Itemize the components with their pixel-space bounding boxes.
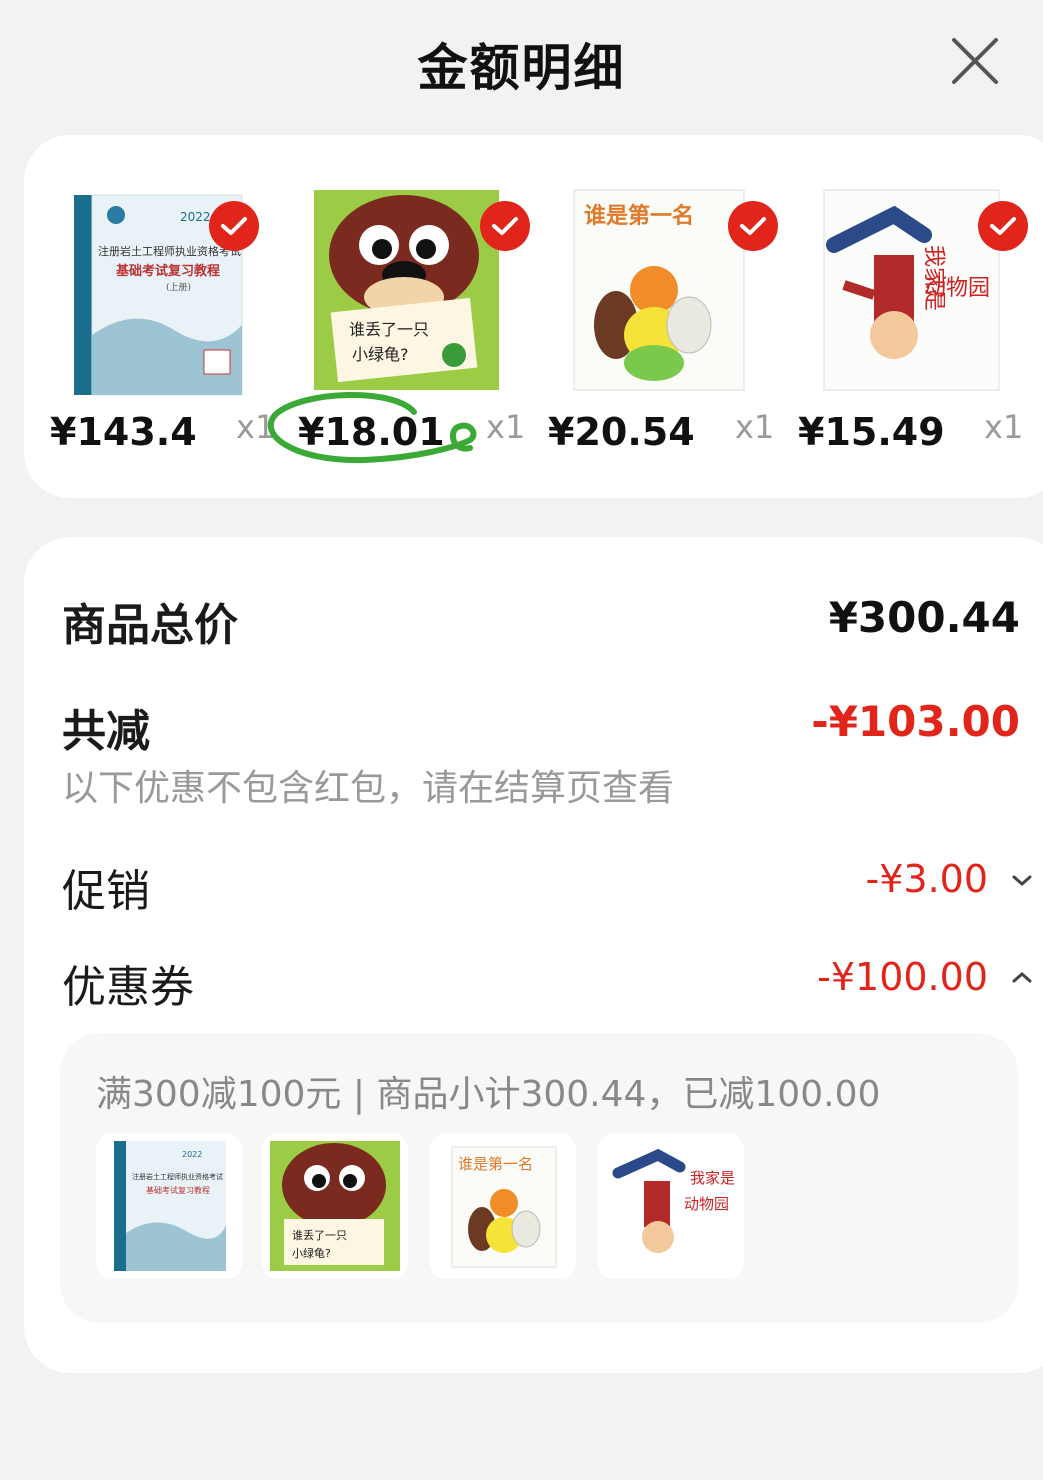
product-thumbnail: 我家是 动物园	[598, 1133, 744, 1279]
product-price: ¥20.54	[548, 410, 695, 454]
my-home-is-zoo-picture-book-cover: 我家是 动物园	[823, 189, 1000, 391]
svg-text:2022: 2022	[182, 1150, 202, 1159]
selected-check-icon[interactable]	[480, 201, 530, 251]
price-summary: 商品总价 ¥300.44 共减 -¥103.00 以下优惠不包含红包，请在结算页…	[24, 537, 1043, 1373]
product-quantity: x1	[486, 408, 526, 446]
svg-text:我家是: 我家是	[690, 1169, 735, 1187]
svg-text:小绿龟?: 小绿龟?	[292, 1246, 331, 1260]
product-item[interactable]: 谁是第一名 ¥20.54 x1	[524, 185, 778, 475]
product-quantity: x1	[735, 408, 775, 446]
discount-note: 以下优惠不包含红包，请在结算页查看	[62, 768, 675, 809]
svg-text:基础考试复习教程: 基础考试复习教程	[115, 263, 220, 279]
product-item[interactable]: 2022 注册岩土工程师执业资格考试 基础考试复习教程 (上册) ¥143.4 …	[24, 185, 275, 475]
selected-check-icon[interactable]	[728, 201, 778, 251]
promo-value: -¥3.00	[865, 857, 989, 901]
selected-check-icon[interactable]	[209, 201, 259, 251]
price-annotation-circle	[267, 391, 477, 464]
product-price: ¥143.4	[50, 410, 197, 454]
chevron-down-icon	[1012, 875, 1032, 886]
product-strip: 2022 注册岩土工程师执业资格考试 基础考试复习教程 (上册) ¥143.4 …	[24, 135, 1043, 498]
product-price: ¥15.49	[798, 410, 945, 454]
coupon-detail-text: 满300减100元 | 商品小计300.44，已减100.00	[96, 1074, 881, 1115]
coupon-toggle[interactable]: -¥100.00	[784, 955, 1034, 1005]
promo-toggle[interactable]: -¥3.00	[824, 857, 1034, 907]
svg-text:谁丢了一只: 谁丢了一只	[349, 320, 429, 339]
product-quantity: x1	[984, 408, 1024, 446]
dog-picture-book-cover: 谁丢了一只 小绿龟?	[314, 190, 499, 390]
promo-label: 促销	[62, 866, 150, 917]
selected-check-icon[interactable]	[978, 201, 1028, 251]
svg-text:谁是第一名: 谁是第一名	[584, 203, 694, 229]
svg-text:谁丢了一只: 谁丢了一只	[292, 1229, 347, 1242]
svg-text:动物园: 动物园	[684, 1195, 729, 1213]
total-price-label: 商品总价	[62, 600, 238, 651]
total-discount-value: -¥103.00	[811, 697, 1020, 746]
svg-text:基础考试复习教程: 基础考试复习教程	[146, 1185, 210, 1195]
product-item[interactable]: 我家是 动物园 ¥15.49 x1	[774, 185, 1028, 475]
svg-text:2022: 2022	[180, 210, 211, 224]
coupon-label: 优惠券	[62, 962, 194, 1013]
svg-text:(上册): (上册)	[166, 282, 191, 293]
total-discount-label: 共减	[62, 706, 150, 757]
who-is-first-picture-book-cover: 谁是第一名	[573, 189, 745, 391]
svg-text:注册岩土工程师执业资格考试: 注册岩土工程师执业资格考试	[132, 1172, 223, 1181]
total-price-value: ¥300.44	[828, 593, 1020, 642]
product-thumbnail: 谁丢了一只 小绿龟?	[262, 1133, 408, 1279]
page-title: 金额明细	[417, 39, 626, 97]
close-icon[interactable]	[950, 36, 1000, 86]
svg-text:小绿龟?: 小绿龟?	[352, 345, 409, 364]
coupon-value: -¥100.00	[817, 955, 988, 999]
product-item[interactable]: 谁丢了一只 小绿龟? ¥18.01 x1	[267, 185, 530, 475]
product-thumbnail: 谁是第一名	[430, 1133, 576, 1279]
svg-text:谁是第一名: 谁是第一名	[458, 1155, 533, 1173]
chevron-up-icon	[1012, 972, 1032, 983]
svg-text:动物园: 动物园	[924, 276, 990, 301]
modal-header: 金额明细	[0, 0, 1043, 120]
coupon-detail-panel: 满300减100元 | 商品小计300.44，已减100.00 2022 注册岩…	[60, 1033, 1018, 1323]
product-thumbnail: 2022 注册岩土工程师执业资格考试 基础考试复习教程	[96, 1133, 242, 1279]
